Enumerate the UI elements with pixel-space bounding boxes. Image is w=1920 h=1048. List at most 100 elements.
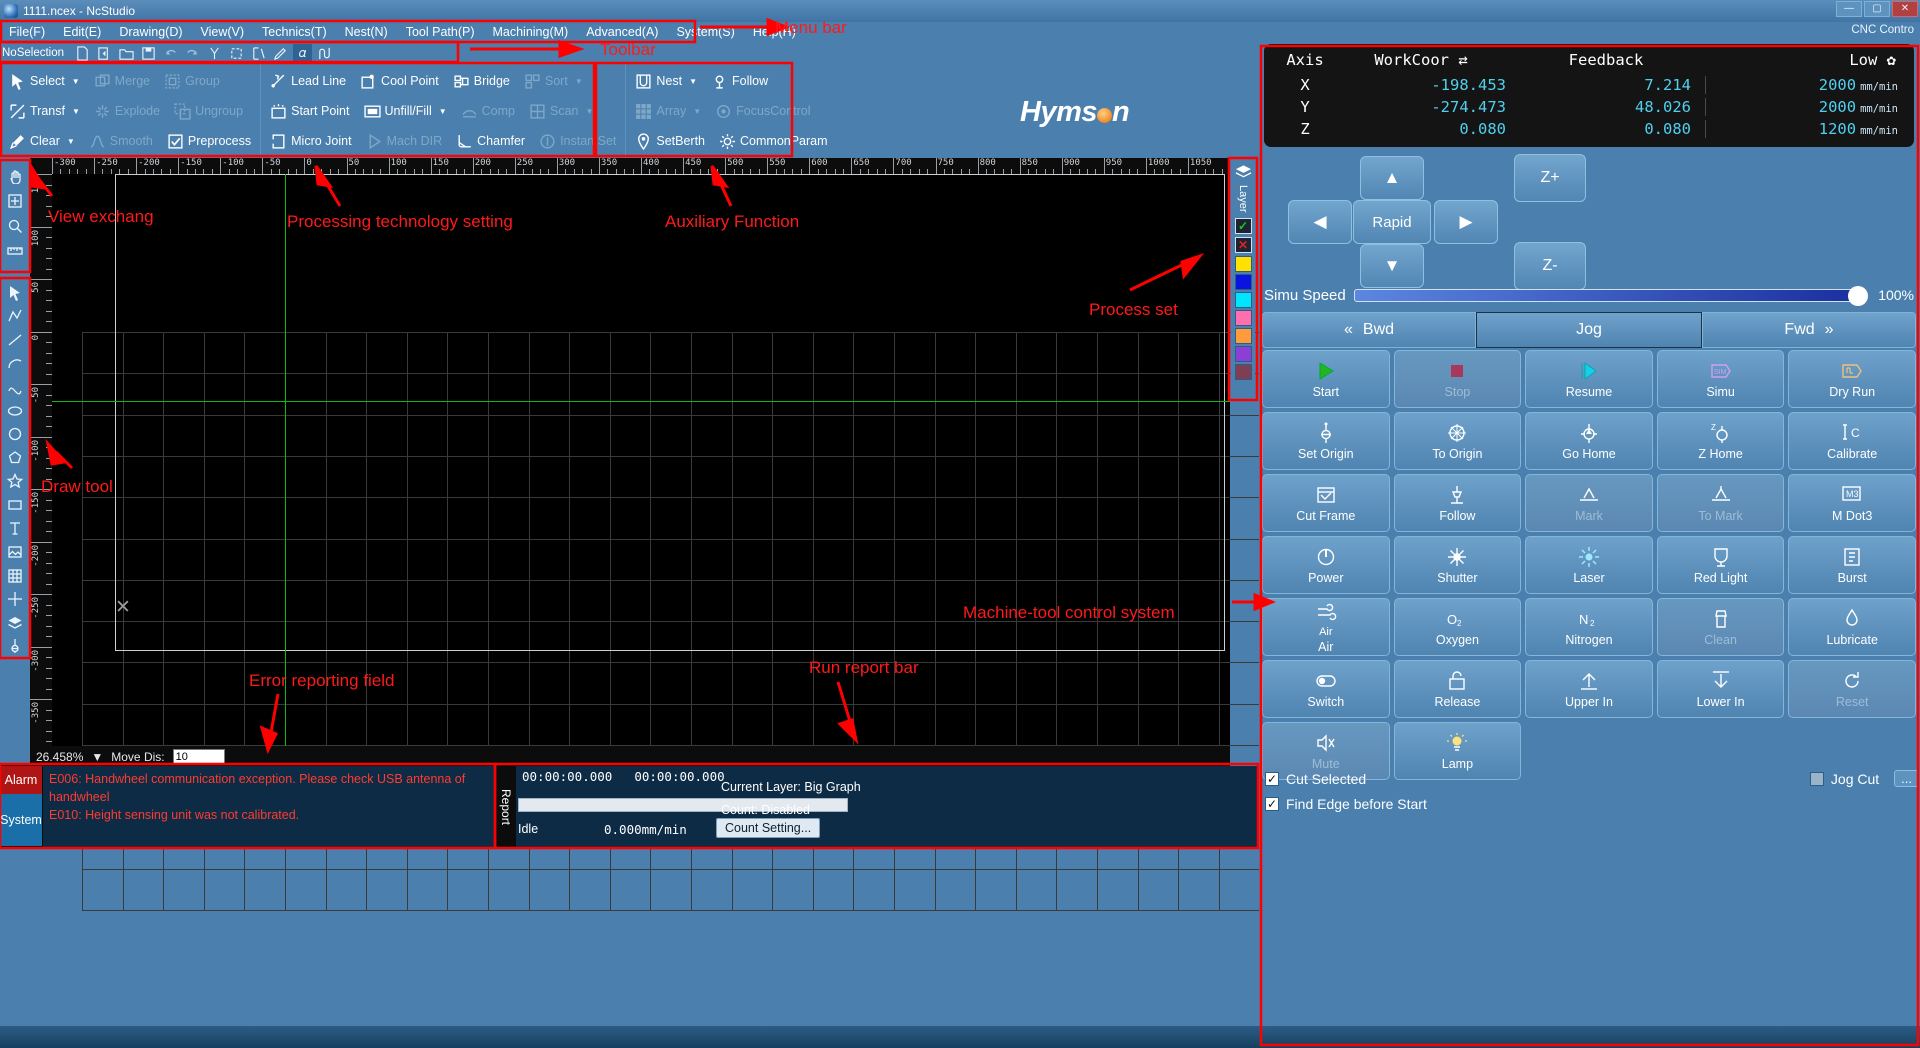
zoom-dropdown-icon[interactable]: ▼	[91, 750, 103, 764]
machine-button-redlight[interactable]: Red Light	[1656, 536, 1785, 594]
save-icon[interactable]	[139, 44, 158, 62]
menu-item-nestn[interactable]: Nest(N)	[336, 23, 397, 41]
layer-color-swatch[interactable]	[1234, 273, 1252, 290]
machine-button-lowerin[interactable]: Lower In	[1656, 660, 1785, 718]
z-plus-button[interactable]: Z+	[1514, 154, 1586, 202]
machine-button-oxygen[interactable]: O 2 Oxygen	[1393, 598, 1522, 656]
ribbon-button-chamfer[interactable]: Chamfer	[449, 127, 532, 155]
ribbon-button-transf[interactable]: Transf ▼	[2, 97, 87, 125]
chevron-down-icon[interactable]: ▼	[439, 107, 447, 116]
jog-up-button[interactable]: ▲	[1360, 156, 1424, 200]
grid-icon[interactable]	[3, 564, 27, 588]
polyline-icon[interactable]	[3, 305, 27, 329]
chevron-down-icon[interactable]: ▼	[72, 77, 80, 86]
new-file-icon[interactable]	[73, 44, 92, 62]
undo-icon[interactable]	[161, 44, 180, 62]
redo-icon[interactable]	[183, 44, 202, 62]
ellipse-icon[interactable]	[3, 399, 27, 423]
layer-color-swatch[interactable]	[1234, 291, 1252, 308]
ribbon-button-select[interactable]: Select ▼	[2, 67, 87, 95]
count-setting-button[interactable]: Count Setting...	[716, 818, 821, 838]
select-arrow-icon[interactable]	[3, 281, 27, 305]
ribbon-button-leadline[interactable]: Lead Line	[263, 67, 353, 95]
move-dis-input[interactable]	[172, 749, 225, 765]
machine-button-zhome[interactable]: Z Z Home	[1656, 412, 1785, 470]
ruler-icon[interactable]	[3, 238, 27, 263]
curve-icon[interactable]	[3, 375, 27, 399]
curve-icon[interactable]	[315, 44, 334, 62]
pen-icon[interactable]	[271, 44, 290, 62]
import-icon[interactable]	[95, 44, 114, 62]
machine-button-upperin[interactable]: Upper In	[1525, 660, 1653, 718]
ribbon-button-follow[interactable]: Follow	[704, 67, 775, 95]
drawing-canvas[interactable]: ✕	[30, 158, 1261, 912]
text-icon[interactable]	[3, 517, 27, 541]
layer-color-swatch[interactable]	[1234, 345, 1252, 362]
chevron-down-icon[interactable]: ▼	[67, 137, 75, 146]
report-tab[interactable]: Report	[496, 766, 516, 848]
machine-button-setorigin[interactable]: Set Origin	[1262, 412, 1390, 470]
chevron-down-icon[interactable]: ▼	[586, 107, 594, 116]
machine-button-simu[interactable]: SIM Simu	[1656, 350, 1785, 408]
jog-cut-options-button[interactable]: ...	[1894, 770, 1919, 787]
menu-item-helph[interactable]: Help(H)	[744, 23, 805, 41]
machine-button-power[interactable]: Power	[1262, 536, 1390, 594]
machine-button-air[interactable]: Air Air	[1262, 598, 1390, 656]
ribbon-button-setberth[interactable]: SetBerth	[628, 127, 712, 155]
error-reporting-field[interactable]: E006: Handwheel communication exception.…	[43, 766, 495, 848]
menu-item-advanceda[interactable]: Advanced(A)	[577, 23, 667, 41]
gear-icon[interactable]: ✿	[1887, 51, 1896, 69]
find-edge-row[interactable]: ✓ Find Edge before Start	[1265, 796, 1919, 812]
ribbon-button-microjoint[interactable]: Micro Joint	[263, 127, 358, 155]
image-icon[interactable]	[3, 540, 27, 564]
close-button[interactable]: ✕	[1892, 1, 1918, 17]
bwd-button[interactable]: « Bwd	[1262, 312, 1476, 348]
arc-icon[interactable]	[3, 352, 27, 376]
menu-item-edite[interactable]: Edit(E)	[54, 23, 110, 41]
ribbon-button-coolpoint[interactable]: Cool Point	[353, 67, 446, 95]
origin-marker-icon[interactable]	[3, 634, 27, 658]
layers-icon[interactable]	[3, 611, 27, 635]
layer-color-swatch[interactable]	[1234, 363, 1252, 380]
menu-item-drawingd[interactable]: Drawing(D)	[110, 23, 191, 41]
swap-icon[interactable]: ⇄	[1458, 51, 1467, 69]
layer-disable-cross[interactable]: ✕	[1234, 236, 1252, 253]
machine-button-lubricate[interactable]: Lubricate	[1788, 598, 1916, 656]
minimize-button[interactable]: —	[1836, 1, 1862, 17]
star-icon[interactable]	[3, 470, 27, 494]
machine-button-follow[interactable]: Follow	[1393, 474, 1522, 532]
layer-color-swatch[interactable]	[1234, 327, 1252, 344]
chevron-down-icon[interactable]: ▼	[689, 77, 697, 86]
simu-speed-slider[interactable]	[1353, 285, 1868, 306]
ribbon-button-preprocess[interactable]: Preprocess	[160, 127, 258, 155]
machine-button-calibrate[interactable]: C Calibrate	[1788, 412, 1916, 470]
menu-item-systems[interactable]: System(S)	[667, 23, 743, 41]
zoom-fit-icon[interactable]	[3, 188, 27, 213]
machine-button-start[interactable]: Start	[1262, 350, 1390, 408]
ribbon-button-bridge[interactable]: Bridge	[446, 67, 517, 95]
machine-button-dryrun[interactable]: Dry Run	[1788, 350, 1916, 408]
maximize-button[interactable]: ▢	[1864, 1, 1890, 17]
ribbon-button-unfillfill[interactable]: Unfill/Fill ▼	[357, 97, 454, 125]
machine-button-nitrogen[interactable]: N 2 Nitrogen	[1525, 598, 1653, 656]
cut-selected-row[interactable]: ✓ Cut Selected Jog Cut ...	[1265, 770, 1919, 787]
window-controls[interactable]: — ▢ ✕	[1836, 1, 1918, 17]
jog-cut-checkbox[interactable]	[1809, 771, 1824, 786]
ribbon-button-clear[interactable]: Clear ▼	[2, 127, 82, 155]
jog-right-button[interactable]: ▶	[1434, 200, 1498, 244]
find-edge-checkbox[interactable]: ✓	[1265, 797, 1279, 811]
menu-item-toolpathp[interactable]: Tool Path(P)	[397, 23, 484, 41]
ribbon-button-commonparam[interactable]: CommonParam	[712, 127, 835, 155]
polygon-icon[interactable]	[3, 446, 27, 470]
jog-rapid-button[interactable]: Rapid	[1353, 200, 1431, 244]
chevron-down-icon[interactable]: ▼	[693, 107, 701, 116]
machine-button-resume[interactable]: Resume	[1525, 350, 1653, 408]
alarm-tag[interactable]: Alarm	[0, 766, 42, 794]
hand-pan-icon[interactable]	[3, 163, 27, 188]
ribbon-button-startpoint[interactable]: Start Point	[263, 97, 356, 125]
layer-color-swatch[interactable]	[1234, 255, 1252, 272]
fwd-button[interactable]: Fwd »	[1702, 312, 1916, 348]
zoom-icon[interactable]	[3, 213, 27, 238]
line-icon[interactable]	[3, 328, 27, 352]
menu-item-machiningm[interactable]: Machining(M)	[483, 23, 577, 41]
